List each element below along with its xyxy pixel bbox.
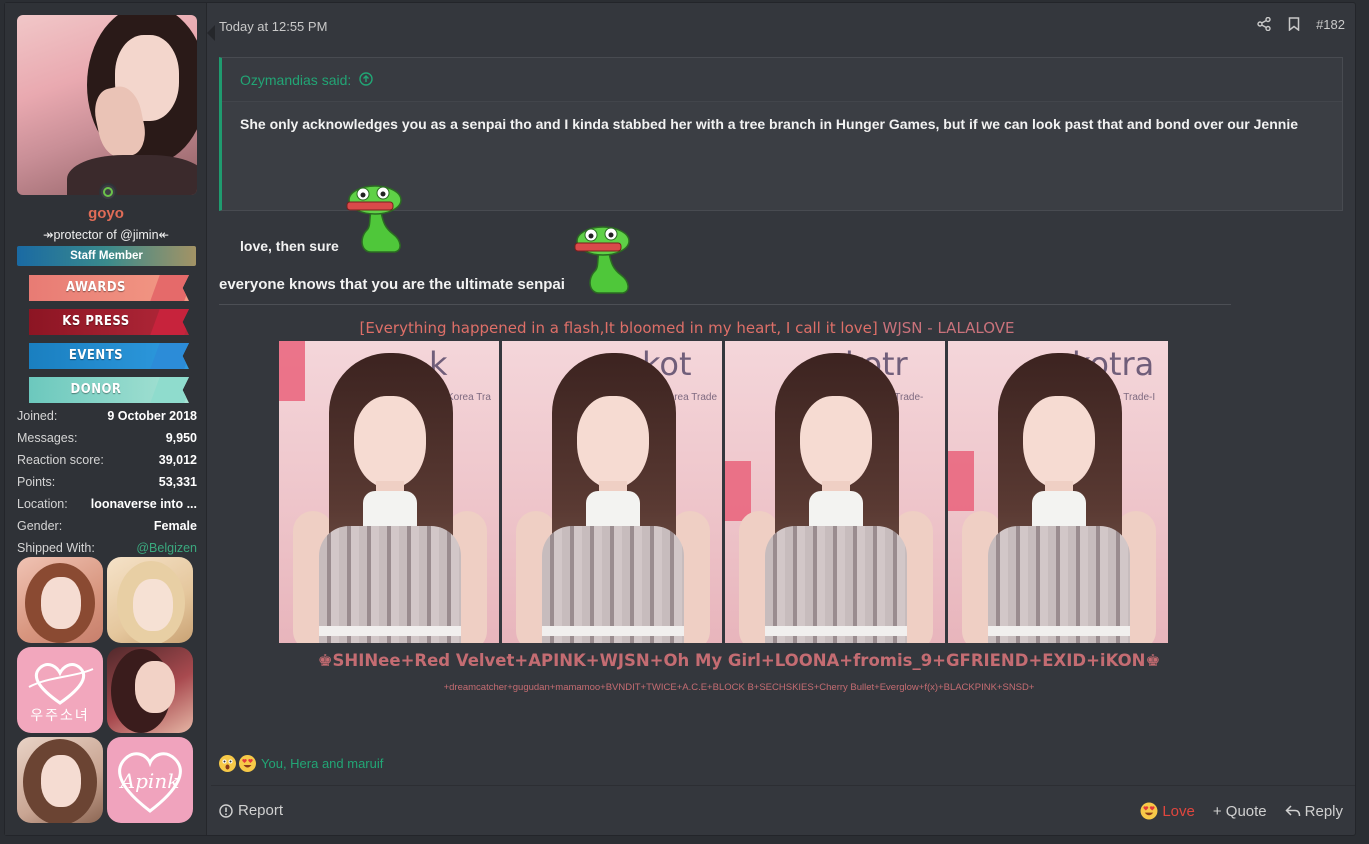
astonished-emoji-icon	[219, 755, 236, 772]
signature-photo: k Korea Tra	[279, 341, 499, 643]
footer-divider	[211, 785, 1355, 786]
online-status-icon	[99, 183, 117, 201]
events-ribbon: EVENTS	[29, 343, 189, 369]
stat-points: Points: 53,331	[17, 475, 197, 489]
reaction-users[interactable]: You, Hera and maruif	[261, 756, 383, 771]
message-text: everyone knows that you are the ultimate…	[219, 276, 565, 293]
signature-title: [Everything happened in a flash,It bloom…	[359, 319, 1015, 337]
love-reaction-button[interactable]: Love	[1140, 802, 1195, 820]
report-label: Report	[238, 802, 284, 819]
reactions-bar[interactable]: You, Hera and maruif	[219, 755, 383, 772]
ks-press-ribbon: KS PRESS	[29, 309, 189, 335]
post-meta-actions: #182	[1256, 16, 1345, 32]
donor-ribbon: DONOR	[29, 377, 189, 403]
user-avatar[interactable]	[17, 15, 197, 195]
stat-shipped-with: Shipped With: @Belgizen	[17, 537, 197, 559]
heart-eyes-icon	[1140, 802, 1158, 820]
stat-gender: Gender: Female	[17, 519, 197, 533]
awards-ribbon: AWARDS	[29, 275, 189, 301]
quote-label: + Quote	[1212, 802, 1267, 820]
pepe-emoji	[569, 223, 639, 295]
user-title: ↠protector of @jimin↞	[42, 228, 170, 242]
signature-photo: kotr Korea Trade-	[725, 341, 945, 643]
share-icon[interactable]	[1256, 16, 1272, 32]
ship-image	[17, 737, 103, 823]
shipped-with-link[interactable]: @Belgizen	[136, 537, 197, 559]
staff-banner: Staff Member	[17, 246, 196, 266]
report-icon	[219, 803, 233, 818]
stat-reaction-score: Reaction score: 39,012	[17, 453, 197, 467]
signature-subgroups: +dreamcatcher+gugudan+mamamoo+BVNDIT+TWI…	[443, 682, 1035, 693]
quote-header[interactable]: Ozymandias said:	[222, 58, 1342, 102]
post-timestamp[interactable]: Today at 12:55 PM	[219, 19, 327, 34]
ship-image-apink-logo: Apink	[107, 737, 193, 823]
bookmark-icon[interactable]	[1286, 16, 1302, 32]
heart-eyes-emoji-icon	[239, 755, 256, 772]
report-button[interactable]: Report	[219, 802, 283, 819]
jump-to-quote-icon[interactable]	[359, 59, 373, 103]
user-stats: Joined: 9 October 2018 Messages: 9,950 Rea…	[17, 405, 197, 559]
reply-label: Reply	[1304, 802, 1343, 820]
signature-photo: kot Korea Trade	[502, 341, 722, 643]
stat-messages: Messages: 9,950	[17, 431, 197, 445]
reply-button[interactable]: Reply	[1285, 803, 1343, 820]
ship-image	[107, 647, 193, 733]
quote-author[interactable]: Ozymandias said:	[240, 72, 351, 88]
quote-text-line1: She only acknowledges you as a senpai th…	[240, 116, 1298, 132]
stat-location: Location: loonaverse into ...	[17, 497, 197, 511]
user-sidebar: goyo ↠protector of @jimin↞ Staff Member …	[5, 3, 207, 835]
signature-groups: ♚SHINee+Red Velvet+APINK+WJSN+Oh My Girl…	[317, 651, 1161, 670]
username[interactable]: goyo	[5, 205, 207, 222]
message-body: everyone knows that you are the ultimate…	[219, 221, 639, 295]
stat-joined: Joined: 9 October 2018	[17, 409, 197, 423]
reply-icon	[1285, 805, 1300, 817]
quote-button[interactable]: + Quote	[1213, 803, 1267, 820]
quote-body: She only acknowledges you as a senpai th…	[222, 102, 1342, 140]
signature-separator	[219, 304, 1231, 305]
post-arrow	[207, 25, 215, 41]
post-number-link[interactable]: #182	[1316, 17, 1345, 32]
footer-actions: Love + Quote Reply	[1140, 802, 1343, 820]
love-label: Love	[1162, 802, 1195, 820]
message-post: goyo ↠protector of @jimin↞ Staff Member …	[4, 2, 1356, 836]
quote-block: Ozymandias said: She only acknowledges y…	[219, 57, 1343, 254]
signature-photo: kotra Korea Trade-I	[948, 341, 1168, 643]
ship-image	[107, 557, 193, 643]
signature-gallery: k Korea Tra kot Korea Trade kotr Korea T…	[279, 341, 1168, 643]
ship-image-wjsn-logo: 우주소녀	[17, 647, 103, 733]
ship-image	[17, 557, 103, 643]
